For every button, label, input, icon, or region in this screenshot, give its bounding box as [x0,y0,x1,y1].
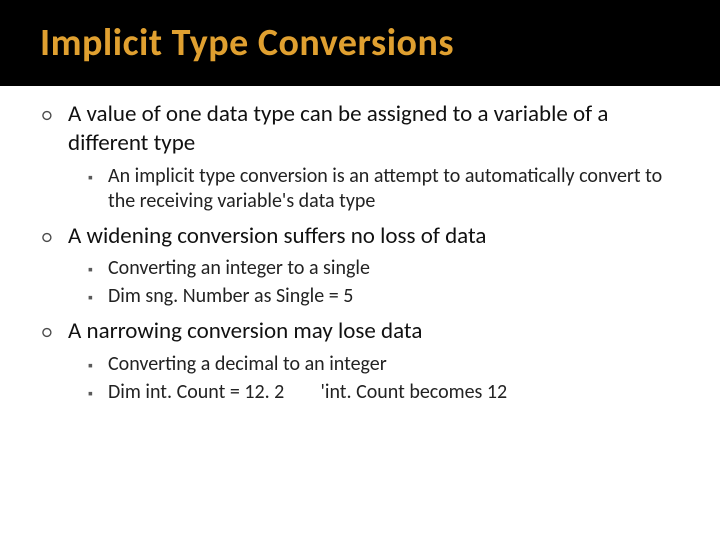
square-bullet-icon: ▪ [88,289,108,307]
bullet-level2: ▪ Dim sng. Number as Single = 5 [88,284,678,309]
bullet-level2: ▪ Converting an integer to a single [88,256,678,281]
bullet-level1: ○ A narrowing conversion may lose data [42,317,678,346]
sub-list: ▪ An implicit type conversion is an atte… [88,164,678,214]
slide: Implicit Type Conversions ○ A value of o… [0,0,720,540]
bullet-level2: ▪ An implicit type conversion is an atte… [88,164,678,214]
square-bullet-icon: ▪ [88,385,108,403]
bullet-level2: ▪ Dim int. Count = 12. 2 'int. Count bec… [88,380,678,405]
bullet-text: A widening conversion suffers no loss of… [68,222,678,251]
title-band: Implicit Type Conversions [0,0,720,86]
sub-bullet-text: Converting an integer to a single [108,256,678,281]
bullet-text: A narrowing conversion may lose data [68,317,678,346]
bullet-text: A value of one data type can be assigned… [68,100,678,158]
bullet-level1: ○ A value of one data type can be assign… [42,100,678,158]
circle-bullet-icon: ○ [42,226,68,249]
bullet-level1: ○ A widening conversion suffers no loss … [42,222,678,251]
slide-title: Implicit Type Conversions [40,20,720,66]
sub-bullet-text: Dim int. Count = 12. 2 'int. Count becom… [108,380,678,405]
square-bullet-icon: ▪ [88,169,108,187]
circle-bullet-icon: ○ [42,104,68,127]
square-bullet-icon: ▪ [88,357,108,375]
sub-bullet-text: Converting a decimal to an integer [108,352,678,377]
circle-bullet-icon: ○ [42,321,68,344]
bullet-level2: ▪ Converting a decimal to an integer [88,352,678,377]
slide-content: ○ A value of one data type can be assign… [0,86,720,405]
sub-list: ▪ Converting an integer to a single ▪ Di… [88,256,678,309]
sub-bullet-text: Dim sng. Number as Single = 5 [108,284,678,309]
square-bullet-icon: ▪ [88,261,108,279]
sub-bullet-text: An implicit type conversion is an attemp… [108,164,678,214]
sub-list: ▪ Converting a decimal to an integer ▪ D… [88,352,678,405]
